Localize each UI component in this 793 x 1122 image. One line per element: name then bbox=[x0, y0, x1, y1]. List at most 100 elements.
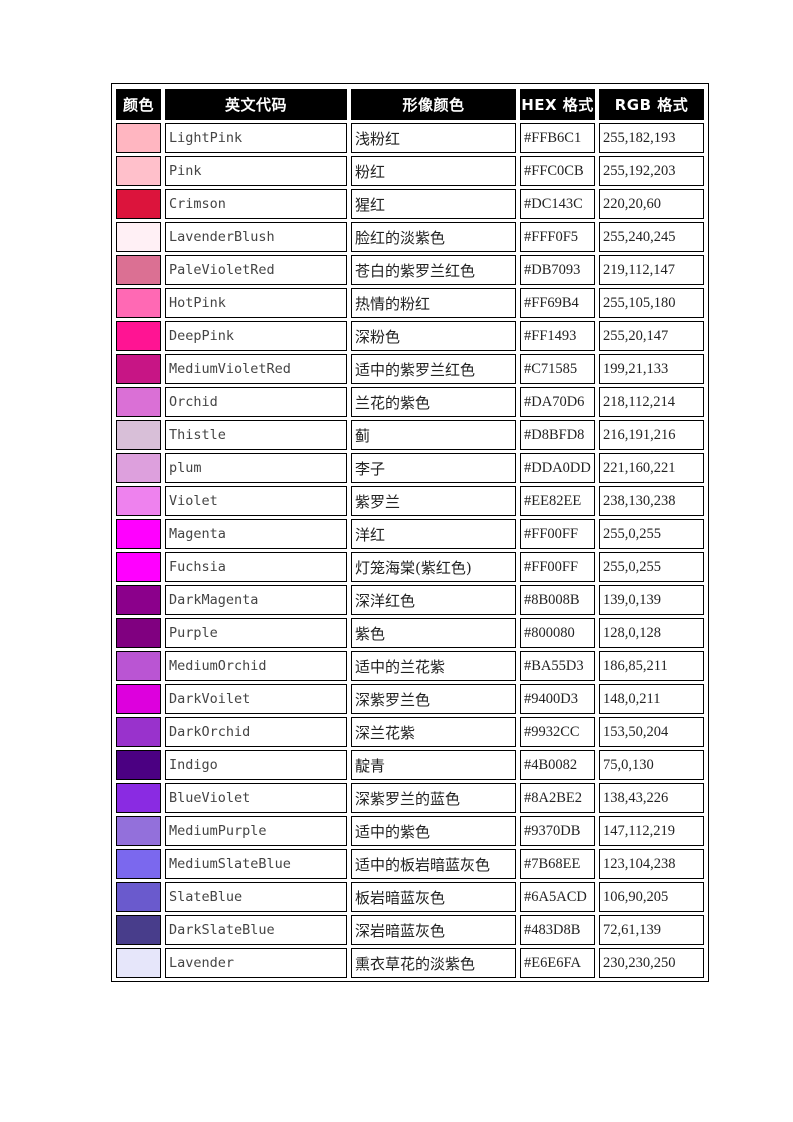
table-row: PaleVioletRed 苍白的紫罗兰红色 #DB7093 219,112,147 bbox=[116, 255, 704, 285]
hex-cell: #800080 bbox=[520, 618, 595, 648]
hex-cell: #DA70D6 bbox=[520, 387, 595, 417]
chinese-name-cell: 热情的粉红 bbox=[351, 288, 516, 318]
table-row: MediumPurple 适中的紫色 #9370DB 147,112,219 bbox=[116, 816, 704, 846]
hex-cell: #9400D3 bbox=[520, 684, 595, 714]
rgb-cell: 221,160,221 bbox=[599, 453, 704, 483]
color-swatch bbox=[116, 222, 161, 252]
rgb-cell: 106,90,205 bbox=[599, 882, 704, 912]
hex-cell: #FFC0CB bbox=[520, 156, 595, 186]
chinese-name-cell: 浅粉红 bbox=[351, 123, 516, 153]
color-swatch bbox=[116, 387, 161, 417]
chinese-name-cell: 板岩暗蓝灰色 bbox=[351, 882, 516, 912]
table-row: Indigo 靛青 #4B0082 75,0,130 bbox=[116, 750, 704, 780]
rgb-cell: 186,85,211 bbox=[599, 651, 704, 681]
color-swatch bbox=[116, 552, 161, 582]
table-row: Violet 紫罗兰 #EE82EE 238,130,238 bbox=[116, 486, 704, 516]
chinese-name-cell: 苍白的紫罗兰红色 bbox=[351, 255, 516, 285]
english-name-cell: Fuchsia bbox=[165, 552, 347, 582]
color-swatch bbox=[116, 750, 161, 780]
color-swatch bbox=[116, 849, 161, 879]
chinese-name-cell: 适中的紫罗兰红色 bbox=[351, 354, 516, 384]
chinese-name-cell: 靛青 bbox=[351, 750, 516, 780]
english-name-cell: PaleVioletRed bbox=[165, 255, 347, 285]
rgb-cell: 216,191,216 bbox=[599, 420, 704, 450]
rgb-cell: 255,240,245 bbox=[599, 222, 704, 252]
rgb-cell: 255,182,193 bbox=[599, 123, 704, 153]
hex-cell: #DDA0DD bbox=[520, 453, 595, 483]
hex-cell: #D8BFD8 bbox=[520, 420, 595, 450]
table-row: Lavender 熏衣草花的淡紫色 #E6E6FA 230,230,250 bbox=[116, 948, 704, 978]
rgb-cell: 148,0,211 bbox=[599, 684, 704, 714]
hex-cell: #C71585 bbox=[520, 354, 595, 384]
table-row: DarkSlateBlue 深岩暗蓝灰色 #483D8B 72,61,139 bbox=[116, 915, 704, 945]
english-name-cell: Crimson bbox=[165, 189, 347, 219]
table-row: Crimson 猩红 #DC143C 220,20,60 bbox=[116, 189, 704, 219]
color-swatch bbox=[116, 354, 161, 384]
english-name-cell: plum bbox=[165, 453, 347, 483]
table-row: MediumVioletRed 适中的紫罗兰红色 #C71585 199,21,133 bbox=[116, 354, 704, 384]
rgb-cell: 138,43,226 bbox=[599, 783, 704, 813]
hex-cell: #8B008B bbox=[520, 585, 595, 615]
table-row: Pink 粉红 #FFC0CB 255,192,203 bbox=[116, 156, 704, 186]
table-row: MediumSlateBlue 适中的板岩暗蓝灰色 #7B68EE 123,104,2… bbox=[116, 849, 704, 879]
english-name-cell: MediumPurple bbox=[165, 816, 347, 846]
table-row: DeepPink 深粉色 #FF1493 255,20,147 bbox=[116, 321, 704, 351]
hex-cell: #6A5ACD bbox=[520, 882, 595, 912]
english-name-cell: Violet bbox=[165, 486, 347, 516]
color-swatch bbox=[116, 651, 161, 681]
rgb-cell: 230,230,250 bbox=[599, 948, 704, 978]
english-name-cell: LavenderBlush bbox=[165, 222, 347, 252]
table-body: LightPink 浅粉红 #FFB6C1 255,182,193 Pink 粉红 #FFC… bbox=[116, 123, 704, 978]
hex-cell: #9932CC bbox=[520, 717, 595, 747]
english-name-cell: SlateBlue bbox=[165, 882, 347, 912]
color-swatch bbox=[116, 915, 161, 945]
chinese-name-cell: 适中的紫色 bbox=[351, 816, 516, 846]
color-swatch bbox=[116, 519, 161, 549]
chinese-name-cell: 洋红 bbox=[351, 519, 516, 549]
rgb-cell: 199,21,133 bbox=[599, 354, 704, 384]
chinese-name-cell: 李子 bbox=[351, 453, 516, 483]
rgb-cell: 255,105,180 bbox=[599, 288, 704, 318]
rgb-cell: 255,0,255 bbox=[599, 552, 704, 582]
english-name-cell: MediumOrchid bbox=[165, 651, 347, 681]
english-name-cell: HotPink bbox=[165, 288, 347, 318]
header-row: 颜色 英文代码 形像颜色 HEX 格式 RGB 格式 bbox=[116, 89, 704, 120]
english-name-cell: Magenta bbox=[165, 519, 347, 549]
english-name-cell: DarkOrchid bbox=[165, 717, 347, 747]
hex-cell: #9370DB bbox=[520, 816, 595, 846]
chinese-name-cell: 猩红 bbox=[351, 189, 516, 219]
color-swatch bbox=[116, 948, 161, 978]
color-swatch bbox=[116, 156, 161, 186]
table-row: Magenta 洋红 #FF00FF 255,0,255 bbox=[116, 519, 704, 549]
table-row: LavenderBlush 脸红的淡紫色 #FFF0F5 255,240,245 bbox=[116, 222, 704, 252]
rgb-cell: 255,0,255 bbox=[599, 519, 704, 549]
chinese-name-cell: 兰花的紫色 bbox=[351, 387, 516, 417]
chinese-name-cell: 适中的兰花紫 bbox=[351, 651, 516, 681]
header-rgb: RGB 格式 bbox=[599, 89, 704, 120]
hex-cell: #4B0082 bbox=[520, 750, 595, 780]
table-row: Purple 紫色 #800080 128,0,128 bbox=[116, 618, 704, 648]
rgb-cell: 220,20,60 bbox=[599, 189, 704, 219]
color-swatch bbox=[116, 618, 161, 648]
hex-cell: #EE82EE bbox=[520, 486, 595, 516]
chinese-name-cell: 脸红的淡紫色 bbox=[351, 222, 516, 252]
color-table: 颜色 英文代码 形像颜色 HEX 格式 RGB 格式 LightPink 浅粉红 #… bbox=[112, 86, 708, 981]
english-name-cell: Orchid bbox=[165, 387, 347, 417]
rgb-cell: 147,112,219 bbox=[599, 816, 704, 846]
chinese-name-cell: 紫罗兰 bbox=[351, 486, 516, 516]
english-name-cell: MediumSlateBlue bbox=[165, 849, 347, 879]
rgb-cell: 218,112,214 bbox=[599, 387, 704, 417]
color-swatch bbox=[116, 882, 161, 912]
color-swatch bbox=[116, 486, 161, 516]
english-name-cell: LightPink bbox=[165, 123, 347, 153]
color-swatch bbox=[116, 585, 161, 615]
header-english-name: 英文代码 bbox=[165, 89, 347, 120]
chinese-name-cell: 灯笼海棠(紫红色) bbox=[351, 552, 516, 582]
table-row: Orchid 兰花的紫色 #DA70D6 218,112,214 bbox=[116, 387, 704, 417]
header-hex: HEX 格式 bbox=[520, 89, 595, 120]
english-name-cell: DarkMagenta bbox=[165, 585, 347, 615]
color-swatch bbox=[116, 189, 161, 219]
table-row: DarkVoilet 深紫罗兰色 #9400D3 148,0,211 bbox=[116, 684, 704, 714]
hex-cell: #DC143C bbox=[520, 189, 595, 219]
rgb-cell: 72,61,139 bbox=[599, 915, 704, 945]
